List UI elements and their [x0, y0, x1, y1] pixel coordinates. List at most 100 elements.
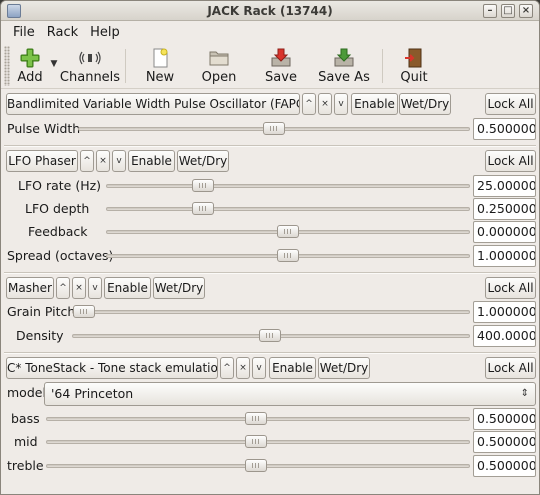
add-label: Add	[17, 70, 43, 85]
channels-button[interactable]: Channels	[59, 44, 121, 88]
bass-slider[interactable]	[46, 408, 470, 430]
toolbar-separator	[125, 49, 126, 83]
control-label: treble	[7, 458, 44, 473]
slider-track	[106, 207, 470, 211]
model-select[interactable]: '64 Princeton ⇕	[44, 382, 536, 406]
remove-button[interactable]: ×	[72, 277, 86, 299]
quit-icon	[403, 48, 425, 68]
quit-button[interactable]: Quit	[389, 44, 439, 88]
value-spinbox[interactable]: 0.000000	[473, 221, 536, 243]
move-up-button[interactable]: ^	[220, 357, 234, 379]
slider-handle[interactable]	[245, 412, 267, 425]
slider-handle[interactable]	[259, 329, 281, 342]
control-row: bass 0.500000	[6, 408, 536, 432]
close-button[interactable]: ×	[519, 4, 533, 18]
menu-file[interactable]: File	[7, 25, 41, 40]
menu-bar: File Rack Help	[1, 21, 539, 43]
open-button[interactable]: Open	[188, 44, 250, 88]
move-up-button[interactable]: ^	[80, 150, 94, 172]
remove-button[interactable]: ×	[236, 357, 250, 379]
value-spinbox[interactable]: 1.000000	[473, 245, 536, 267]
control-label: bass	[11, 411, 40, 426]
move-down-button[interactable]: v	[112, 150, 126, 172]
value-spinbox[interactable]: 0.500000	[473, 455, 536, 477]
slider-handle[interactable]	[277, 225, 299, 238]
enable-toggle[interactable]: Enable	[351, 93, 398, 115]
move-up-button[interactable]: ^	[56, 277, 70, 299]
slider-handle[interactable]	[277, 249, 299, 262]
control-row: Grain Pitch 1.000000	[6, 301, 536, 325]
enable-toggle[interactable]: Enable	[128, 150, 175, 172]
move-down-button[interactable]: v	[88, 277, 102, 299]
wet-dry-toggle[interactable]: Wet/Dry	[153, 277, 205, 299]
quit-label: Quit	[400, 70, 428, 85]
combo-arrows-icon: ⇕	[520, 388, 529, 399]
lfo-depth-slider[interactable]	[106, 198, 470, 220]
value-spinbox[interactable]: 0.500000	[473, 408, 536, 430]
plugin-header-pulse-oscillator: Bandlimited Variable Width Pulse Oscilla…	[6, 93, 536, 117]
control-label: LFO rate (Hz)	[18, 178, 102, 193]
lock-all-toggle[interactable]: Lock All	[485, 93, 536, 115]
minimize-button[interactable]: –	[483, 4, 497, 18]
control-row: LFO depth 0.250000	[6, 198, 536, 222]
move-down-button[interactable]: v	[334, 93, 348, 115]
mid-slider[interactable]	[46, 431, 470, 453]
wet-dry-toggle[interactable]: Wet/Dry	[177, 150, 229, 172]
grain-pitch-slider[interactable]	[72, 301, 470, 323]
lock-all-toggle[interactable]: Lock All	[485, 357, 536, 379]
title-bar: JACK Rack (13744) – □ ×	[1, 1, 539, 21]
value-spinbox[interactable]: 400.000000	[473, 325, 536, 347]
plugin-name-button[interactable]: LFO Phaser	[6, 150, 78, 172]
treble-slider[interactable]	[46, 455, 470, 477]
control-label: LFO depth	[25, 201, 90, 216]
menu-rack[interactable]: Rack	[41, 25, 84, 40]
slider-handle[interactable]	[192, 202, 214, 215]
move-down-button[interactable]: v	[252, 357, 266, 379]
toolbar-grip[interactable]	[4, 46, 10, 86]
wet-dry-toggle[interactable]: Wet/Dry	[318, 357, 370, 379]
toolbar: Add ▼ Channels New Open Save Save As Qui…	[1, 44, 539, 89]
control-row: Spread (octaves) 1.000000	[6, 245, 536, 269]
slider-handle[interactable]	[245, 459, 267, 472]
spread-slider[interactable]	[106, 245, 470, 267]
feedback-slider[interactable]	[106, 221, 470, 243]
value-spinbox[interactable]: 0.250000	[473, 198, 536, 220]
menu-help[interactable]: Help	[84, 25, 126, 40]
save-as-button[interactable]: Save As	[312, 44, 376, 88]
plugin-header-tonestack: C* ToneStack - Tone stack emulation ^ × …	[6, 357, 536, 381]
control-label: Spread (octaves)	[7, 248, 114, 263]
add-button[interactable]: Add	[13, 44, 47, 88]
enable-toggle[interactable]: Enable	[104, 277, 151, 299]
wet-dry-toggle[interactable]: Wet/Dry	[399, 93, 451, 115]
move-up-button[interactable]: ^	[302, 93, 316, 115]
remove-button[interactable]: ×	[96, 150, 110, 172]
channels-label: Channels	[59, 70, 121, 85]
channels-icon	[79, 48, 101, 68]
new-button[interactable]: New	[132, 44, 188, 88]
enable-toggle[interactable]: Enable	[269, 357, 316, 379]
lock-all-toggle[interactable]: Lock All	[485, 150, 536, 172]
remove-button[interactable]: ×	[318, 93, 332, 115]
value-spinbox[interactable]: 0.500000	[473, 118, 536, 140]
plus-icon	[19, 48, 41, 68]
slider-handle[interactable]	[192, 179, 214, 192]
add-menu-arrow-icon[interactable]: ▼	[47, 44, 61, 84]
control-row: Density 400.000000	[6, 325, 536, 349]
slider-handle[interactable]	[73, 305, 95, 318]
pulse-width-slider[interactable]	[78, 118, 470, 140]
density-slider[interactable]	[72, 325, 470, 347]
maximize-button[interactable]: □	[501, 4, 515, 18]
save-icon	[270, 48, 292, 68]
plugin-name-button[interactable]: C* ToneStack - Tone stack emulation	[6, 357, 218, 379]
slider-handle[interactable]	[245, 435, 267, 448]
plugin-header-lfo-phaser: LFO Phaser ^ × v Enable Wet/Dry Lock All	[6, 150, 536, 174]
lock-all-toggle[interactable]: Lock All	[485, 277, 536, 299]
plugin-name-button[interactable]: Bandlimited Variable Width Pulse Oscilla…	[6, 93, 300, 115]
value-spinbox[interactable]: 25.000000	[473, 175, 536, 197]
value-spinbox[interactable]: 0.500000	[473, 431, 536, 453]
value-spinbox[interactable]: 1.000000	[473, 301, 536, 323]
slider-handle[interactable]	[263, 122, 285, 135]
lfo-rate-slider[interactable]	[106, 175, 470, 197]
plugin-name-button[interactable]: Masher	[6, 277, 54, 299]
save-button[interactable]: Save	[250, 44, 312, 88]
